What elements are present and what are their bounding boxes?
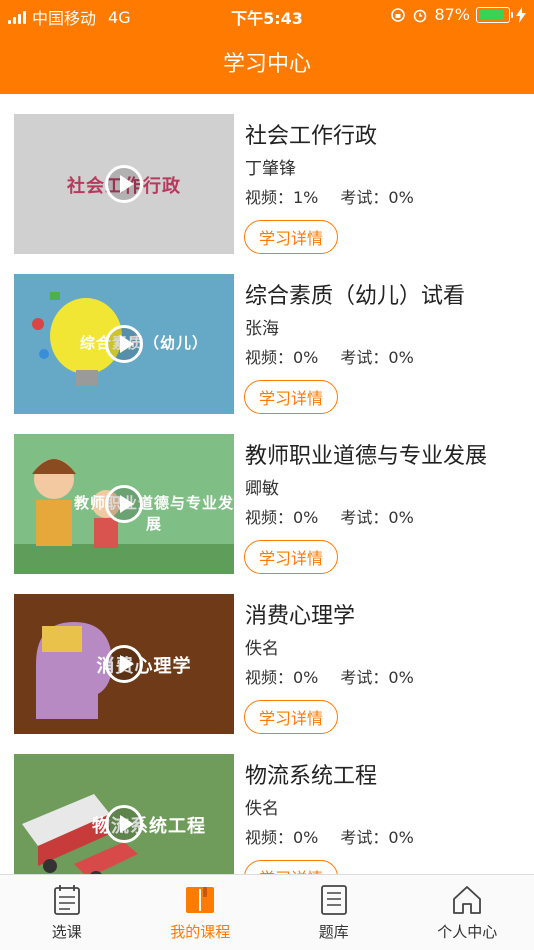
page-title: 学习中心 xyxy=(222,52,311,77)
thumbnail-caption: 物流系统工程 xyxy=(92,816,206,837)
play-icon[interactable] xyxy=(105,485,143,523)
play-icon[interactable] xyxy=(105,645,143,683)
status-bar: 中国移动 4G 下午5:43 87% xyxy=(0,0,534,30)
tab-question-bank[interactable]: 题库 xyxy=(267,875,401,950)
study-details-button[interactable]: 学习详情 xyxy=(244,380,338,414)
course-card[interactable]: 消费心理学 消费心理学 佚名 视频：0% 考试：0% 学习详情 xyxy=(0,574,534,734)
exam-progress: 考试：0% xyxy=(340,508,414,527)
course-thumbnail[interactable]: 消费心理学 xyxy=(14,594,234,734)
course-thumbnail[interactable]: 社会工作行政 xyxy=(14,114,234,254)
course-teacher: 卿敏 xyxy=(245,479,279,499)
charging-icon xyxy=(516,6,526,23)
question-bank-icon xyxy=(320,885,347,915)
video-progress: 视频：1% xyxy=(245,188,319,207)
course-title[interactable]: 物流系统工程 xyxy=(245,758,377,790)
course-teacher: 丁肇锋 xyxy=(245,159,296,179)
tab-label: 题库 xyxy=(318,923,349,941)
course-thumbnail[interactable]: 物流系统工程 xyxy=(14,754,234,874)
video-progress: 视频：0% xyxy=(245,668,319,687)
bottom-tab-bar: 选课 我的课程 题库 个人中心 xyxy=(0,874,534,950)
course-teacher: 张海 xyxy=(245,319,279,339)
course-title[interactable]: 消费心理学 xyxy=(245,598,355,630)
page-header: 学习中心 xyxy=(0,30,534,94)
course-teacher: 佚名 xyxy=(245,799,279,819)
exam-progress: 考试：0% xyxy=(340,188,414,207)
video-progress: 视频：0% xyxy=(245,348,319,367)
play-icon[interactable] xyxy=(105,805,143,843)
play-icon[interactable] xyxy=(105,165,143,203)
exam-progress: 考试：0% xyxy=(340,348,414,367)
course-card[interactable]: 教师职业道德与专业发展 教师职业道德与专业发展 卿敏 视频：0% 考试：0% 学习… xyxy=(0,414,534,574)
battery-percent: 87% xyxy=(434,5,470,24)
video-progress: 视频：0% xyxy=(245,828,319,847)
thumbnail-caption: 综合素质（幼儿） xyxy=(79,334,208,352)
course-title[interactable]: 综合素质（幼儿）试看 xyxy=(245,278,465,310)
course-thumbnail[interactable]: 教师职业道德与专业发展 xyxy=(14,434,234,574)
battery-icon xyxy=(476,6,513,23)
course-progress: 视频：0% 考试：0% xyxy=(245,344,414,368)
course-title[interactable]: 社会工作行政 xyxy=(245,118,377,150)
study-details-button[interactable]: 学习详情 xyxy=(244,540,338,574)
course-list[interactable]: 社会工作行政 社会工作行政 丁肇锋 视频：1% 考试：0% 学习详情 综合素质（幼… xyxy=(0,94,534,874)
rotation-lock-icon xyxy=(391,7,406,22)
study-details-button[interactable]: 学习详情 xyxy=(244,220,338,254)
my-courses-book-icon xyxy=(186,887,215,913)
tab-label: 个人中心 xyxy=(437,923,498,941)
course-select-icon xyxy=(53,885,80,915)
thumbnail-caption: 消费心理学 xyxy=(96,656,192,677)
tab-label: 我的课程 xyxy=(170,923,231,941)
course-teacher: 佚名 xyxy=(245,639,279,659)
study-details-button[interactable]: 学习详情 xyxy=(244,860,338,874)
course-card[interactable]: 综合素质（幼儿） 综合素质（幼儿）试看 张海 视频：0% 考试：0% 学习详情 xyxy=(0,254,534,414)
play-icon[interactable] xyxy=(105,325,143,363)
course-card[interactable]: 物流系统工程 物流系统工程 佚名 视频：0% 考试：0% 学习详情 xyxy=(0,734,534,874)
course-progress: 视频：0% 考试：0% xyxy=(245,824,414,848)
course-thumbnail[interactable]: 综合素质（幼儿） xyxy=(14,274,234,414)
exam-progress: 考试：0% xyxy=(340,828,414,847)
status-right: 87% xyxy=(390,5,526,24)
exam-progress: 考试：0% xyxy=(340,668,414,687)
app-screen: 中国移动 4G 下午5:43 87% 学习中心 社会工作行政 社会工作行政 丁肇… xyxy=(0,0,534,950)
home-icon xyxy=(453,886,482,914)
tab-my-courses[interactable]: 我的课程 xyxy=(134,875,268,950)
tab-label: 选课 xyxy=(51,923,82,941)
study-details-button[interactable]: 学习详情 xyxy=(244,700,338,734)
video-progress: 视频：0% xyxy=(245,508,319,527)
alarm-icon xyxy=(414,9,427,22)
course-progress: 视频：0% 考试：0% xyxy=(245,664,414,688)
tab-personal-center[interactable]: 个人中心 xyxy=(401,875,534,950)
tab-course-select[interactable]: 选课 xyxy=(0,875,134,950)
course-title[interactable]: 教师职业道德与专业发展 xyxy=(245,438,487,470)
thumbnail-caption: 教师职业道德与专业发展 xyxy=(74,494,234,533)
course-progress: 视频：0% 考试：0% xyxy=(245,504,414,528)
course-progress: 视频：1% 考试：0% xyxy=(245,184,414,208)
course-card[interactable]: 社会工作行政 社会工作行政 丁肇锋 视频：1% 考试：0% 学习详情 xyxy=(0,94,534,254)
